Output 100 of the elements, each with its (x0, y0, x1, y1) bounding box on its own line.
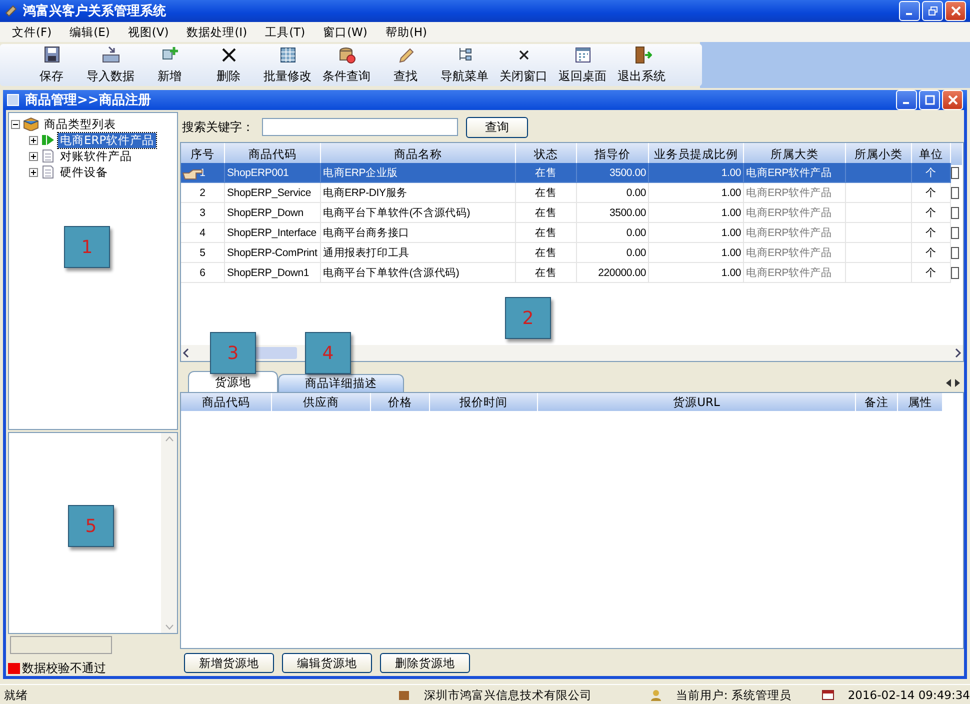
search-field[interactable] (262, 118, 458, 136)
table-row[interactable]: 5 ShopERP-ComPrint 通用报表打印工具 在售 0.00 1.00 电商ERP软件产品 个 (181, 243, 963, 263)
table-cell: 电商平台下单软件(不含源代码) (321, 203, 516, 223)
menu-item[interactable]: 视图(V) (122, 24, 181, 40)
action-button[interactable]: 新增货源地 (184, 653, 274, 673)
checkbox[interactable] (951, 187, 959, 199)
table-cell: 电商ERP软件产品 (744, 183, 846, 203)
table-cell (846, 203, 912, 223)
column-header[interactable]: 所属小类 (846, 143, 912, 165)
column-header[interactable]: 所属大类 (744, 143, 846, 165)
toolbar-button[interactable]: 导航菜单 (435, 44, 494, 86)
scroll-right-icon[interactable] (953, 348, 963, 358)
callout-label: 3 (210, 332, 256, 374)
column-header[interactable]: 商品代码 (181, 393, 272, 411)
column-header[interactable]: 业务员提成比例 (649, 143, 744, 165)
table-cell: 1.00 (649, 243, 744, 263)
table-row[interactable]: 3 ShopERP_Down 电商平台下单软件(不含源代码) 在售 3500.00 1.00 电商ERP软件产品 个 (181, 203, 963, 223)
callout-label: 1 (64, 226, 110, 268)
restore-button[interactable] (922, 1, 943, 21)
toolbar-button[interactable]: 导入数据 (81, 44, 140, 86)
table-cell: 在售 (516, 183, 577, 203)
minimize-button[interactable] (899, 1, 920, 21)
table-cell: 在售 (516, 203, 577, 223)
toolbar-button[interactable]: 关闭窗口 (494, 44, 553, 86)
tree-item[interactable]: 硬件设备 (58, 164, 110, 180)
window-icon (7, 94, 19, 106)
toolbar-button[interactable]: 保存 (22, 44, 81, 86)
expand-icon[interactable] (29, 136, 38, 144)
table-cell: 电商ERP-DIY服务 (321, 183, 516, 203)
checkbox[interactable] (951, 247, 959, 259)
scroll-left-icon[interactable] (181, 348, 191, 358)
table-cell: 1.00 (649, 183, 744, 203)
checkbox[interactable] (951, 167, 959, 179)
menu-item[interactable]: 帮助(H) (379, 24, 440, 40)
table-cell: 1.00 (649, 163, 744, 183)
table-row[interactable]: 6 ShopERP_Down1 电商平台下单软件(含源代码) 在售 220000.00 1.00 电商ERP软件产品 个 (181, 263, 963, 283)
document-icon (41, 149, 55, 163)
close-button[interactable] (942, 90, 963, 110)
table-cell: 4 (181, 223, 225, 243)
column-header[interactable]: 报价时间 (430, 393, 538, 411)
callout-label: 5 (68, 505, 114, 547)
toolbar-icon (336, 45, 356, 65)
tree-item[interactable]: 商品类型列表 (42, 116, 118, 132)
input-field[interactable] (10, 636, 112, 654)
table-cell: 在售 (516, 243, 577, 263)
scroll-left-icon[interactable] (946, 379, 951, 387)
checkbox[interactable] (951, 267, 959, 279)
action-button[interactable]: 删除货源地 (380, 653, 470, 673)
tab[interactable]: 货源地 (188, 371, 278, 392)
column-header[interactable]: 指导价 (577, 143, 649, 165)
status-text: 就绪 (3, 688, 29, 702)
table-cell: 个 (912, 163, 951, 183)
column-header[interactable]: 备注 (856, 393, 898, 411)
maximize-button[interactable] (919, 90, 940, 110)
column-header[interactable]: 单位 (912, 143, 951, 165)
collapse-icon[interactable] (11, 120, 20, 128)
menu-item[interactable]: 工具(T) (259, 24, 318, 40)
menu-item[interactable]: 窗口(W) (317, 24, 380, 40)
expand-icon[interactable] (29, 168, 38, 176)
column-header[interactable]: 货源URL (538, 393, 856, 411)
table-cell: 1.00 (649, 203, 744, 223)
menu-item[interactable]: 编辑(E) (64, 24, 122, 40)
column-header[interactable]: 价格 (371, 393, 430, 411)
menu-item[interactable]: 文件(F) (6, 24, 64, 40)
toolbar-button[interactable]: 查找 (376, 44, 435, 86)
column-header[interactable]: 商品代码 (225, 143, 321, 165)
toolbar-button[interactable]: 新增 (140, 44, 199, 86)
document-icon (41, 165, 55, 179)
tree-item[interactable]: 电商ERP软件产品 (58, 132, 156, 148)
toolbar-button[interactable]: 返回桌面 (553, 44, 612, 86)
tab[interactable]: 商品详细描述 (278, 374, 404, 392)
toolbar-button[interactable]: 删除 (199, 44, 258, 86)
checkbox[interactable] (951, 207, 959, 219)
toolbar-button[interactable]: 批量修改 (258, 44, 317, 86)
tree-item[interactable]: 对账软件产品 (58, 148, 134, 164)
action-button[interactable]: 编辑货源地 (282, 653, 372, 673)
toolbar-button[interactable]: 条件查询 (317, 44, 376, 86)
table-row[interactable]: 4 ShopERP_Interface 电商平台商务接口 在售 0.00 1.00 电商ERP软件产品 个 (181, 223, 963, 243)
expand-icon[interactable] (29, 152, 38, 160)
minimize-button[interactable] (896, 90, 917, 110)
column-header[interactable]: 供应商 (272, 393, 371, 411)
column-header[interactable]: 属性 (898, 393, 943, 411)
table-cell: 电商ERP软件产品 (744, 263, 846, 283)
calendar-icon (822, 689, 834, 701)
checkbox[interactable] (951, 227, 959, 239)
user-icon (650, 689, 662, 701)
column-header[interactable]: 商品名称 (321, 143, 516, 165)
close-button[interactable] (945, 1, 966, 21)
text-area[interactable] (8, 432, 178, 634)
column-header[interactable]: 序号 (181, 143, 225, 165)
toolbar-icon (572, 45, 592, 65)
table-row[interactable]: 2 ShopERP_Service 电商ERP-DIY服务 在售 0.00 1.00 电商ERP软件产品 个 (181, 183, 963, 203)
column-header[interactable]: 状态 (516, 143, 577, 165)
menu-item[interactable]: 数据处理(I) (180, 24, 260, 40)
search-button[interactable]: 查询 (466, 116, 528, 138)
scroll-thumb[interactable] (253, 347, 297, 359)
table-cell (846, 263, 912, 283)
table-cell: 6 (181, 263, 225, 283)
toolbar-button[interactable]: 退出系统 (612, 44, 671, 86)
scroll-right-icon[interactable] (955, 379, 960, 387)
